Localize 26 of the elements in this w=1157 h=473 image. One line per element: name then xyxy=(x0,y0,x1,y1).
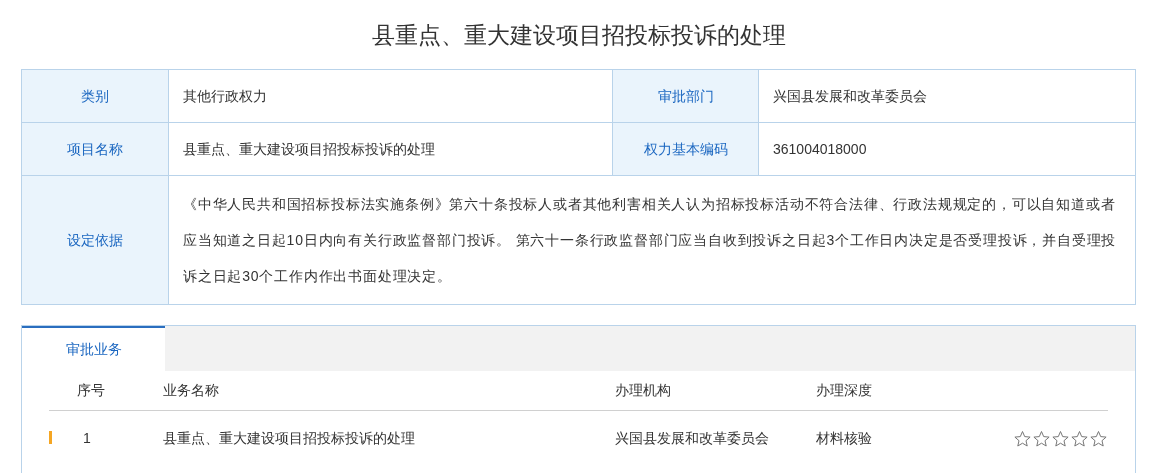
field-value: 兴国县发展和改革委员会 xyxy=(773,86,927,106)
star-icon xyxy=(1089,429,1108,448)
field-value: 其他行政权力 xyxy=(183,86,267,106)
column-header: 办理机构 xyxy=(615,382,671,398)
field-value: 《中华人民共和国招标投标法实施条例》第六十条投标人或者其他利害相关人认为招标投标活动不符合法律、行政法规规定的，可以自知道或者应当知道之日起10日内向有关行政监督部门投诉。 第六十一条行政监督部门应当自收到投诉之日起3个工作日内决定是否受理投诉，并自受理投诉之日起30个工作内作出书面处理决定。 xyxy=(183,196,1117,284)
page-title: 县重点、重大建设项目招投标投诉的处理 xyxy=(371,21,786,50)
row-marker xyxy=(49,431,52,444)
field-value: 县重点、重大建设项目招投标投诉的处理 xyxy=(183,139,435,159)
column-header: 序号 xyxy=(77,382,105,398)
star-icon xyxy=(1013,429,1032,448)
field-label: 权力基本编码 xyxy=(643,139,728,159)
column-header: 业务名称 xyxy=(163,382,219,398)
field-value: 361004018000 xyxy=(773,139,867,159)
column-header: 办理深度 xyxy=(816,382,872,398)
star-icon xyxy=(1070,429,1089,448)
field-label: 审批部门 xyxy=(657,86,714,106)
star-icon xyxy=(1051,429,1070,448)
table-cell: 县重点、重大建设项目招投标投诉的处理 xyxy=(163,430,415,446)
field-label: 设定依据 xyxy=(67,230,123,250)
table-cell: 1 xyxy=(83,430,91,446)
tab[interactable]: 审批业务 xyxy=(22,326,165,371)
table-cell: 材料核验 xyxy=(816,430,872,446)
field-label: 项目名称 xyxy=(67,139,123,159)
star-icon xyxy=(1032,429,1051,448)
table-cell: 兴国县发展和改革委员会 xyxy=(615,430,769,446)
field-label: 类别 xyxy=(81,86,109,106)
